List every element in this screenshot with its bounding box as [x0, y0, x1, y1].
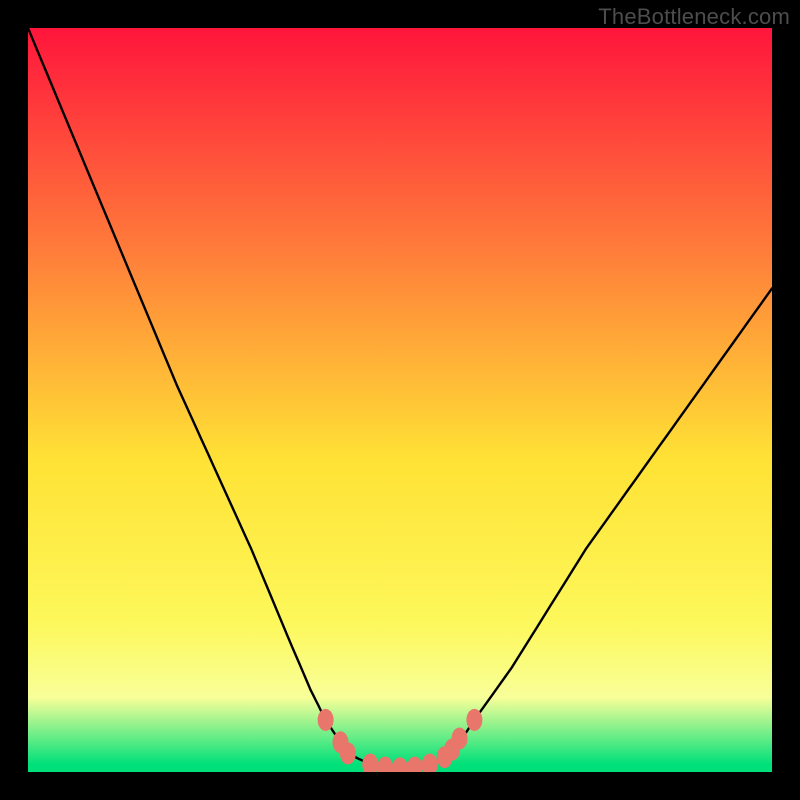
gradient-background	[28, 28, 772, 772]
watermark-text: TheBottleneck.com	[598, 4, 790, 30]
highlight-dot	[318, 709, 334, 731]
highlight-dot	[340, 742, 356, 764]
highlight-dot	[452, 728, 468, 750]
chart-frame: TheBottleneck.com	[0, 0, 800, 800]
bottleneck-chart	[28, 28, 772, 772]
highlight-dot	[466, 709, 482, 731]
